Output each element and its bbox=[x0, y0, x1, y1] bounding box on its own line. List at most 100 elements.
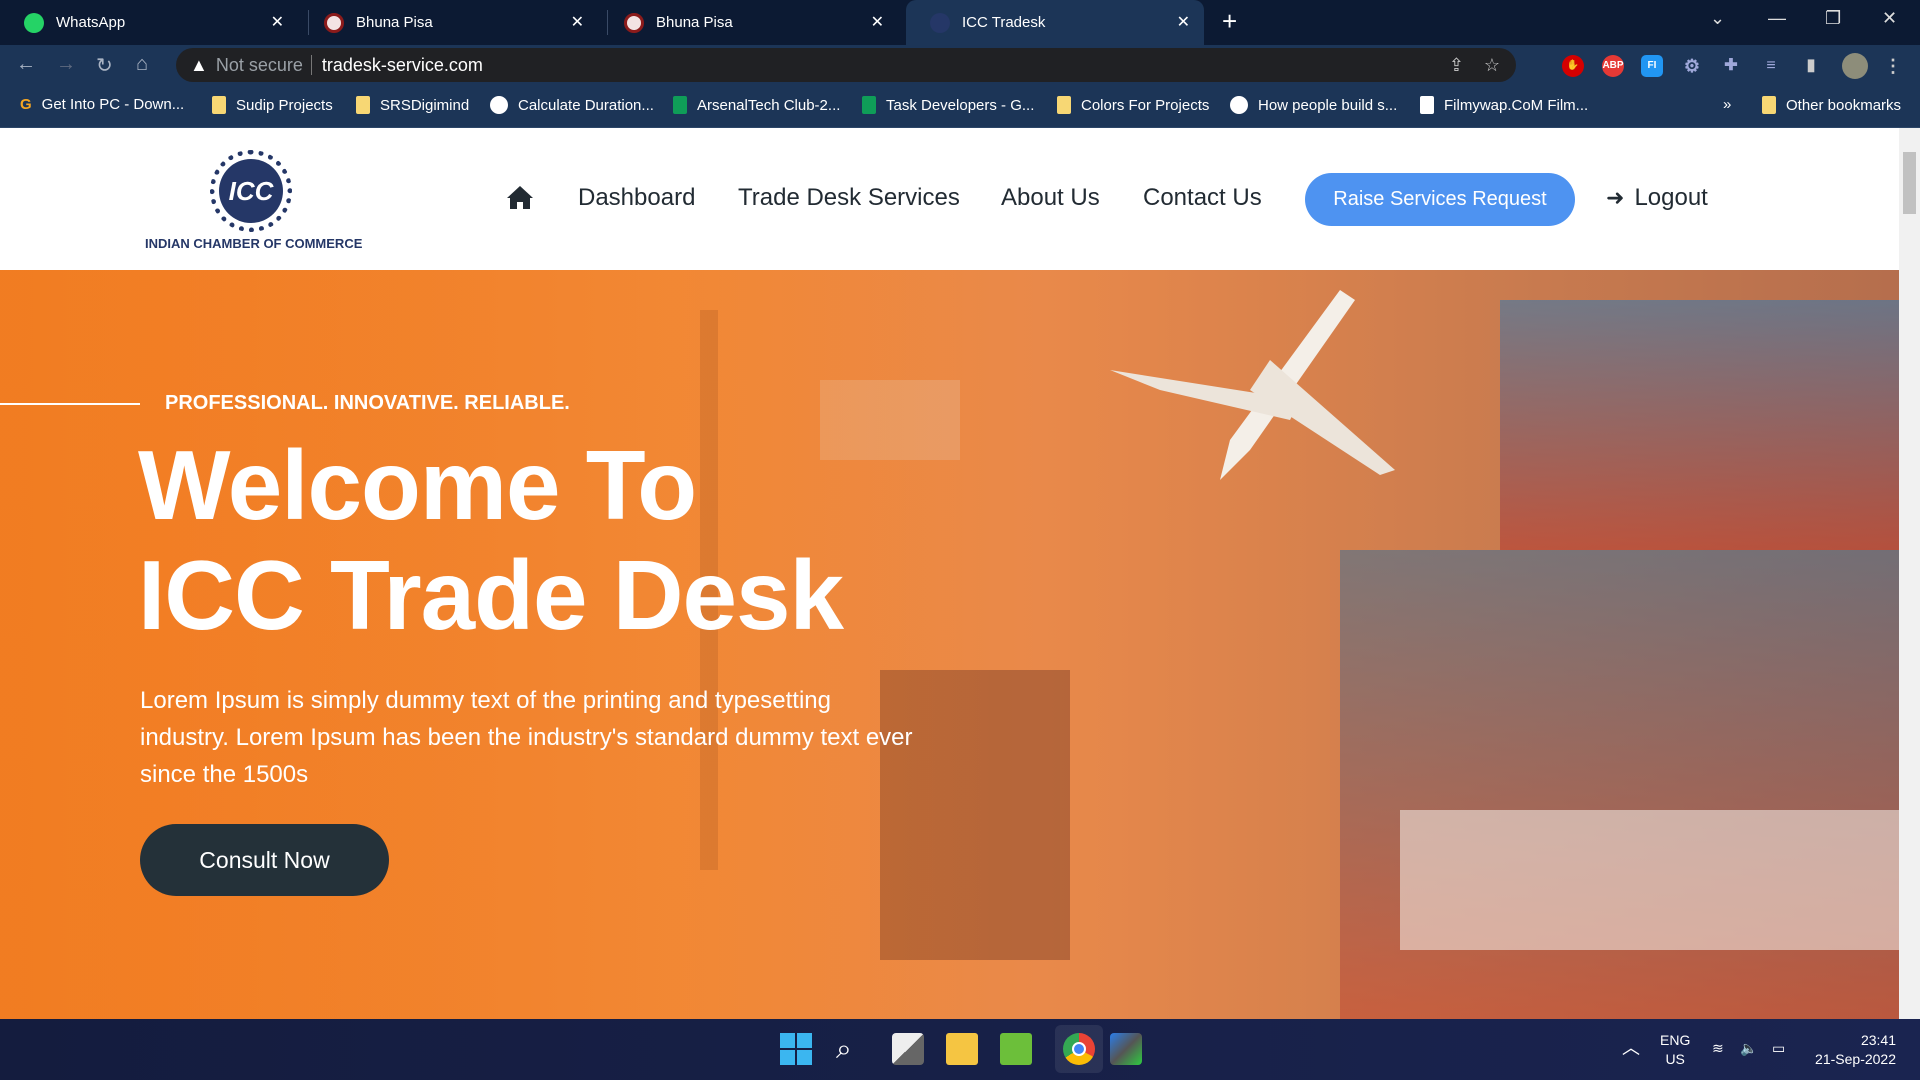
security-label: Not secure bbox=[215, 54, 303, 75]
tab-search-icon[interactable]: ⌄ bbox=[1710, 8, 1725, 29]
tab-strip: WhatsApp ✕ Bhuna Pisa ✕ Bhuna Pisa ✕ ICC Tr… bbox=[0, 0, 1920, 45]
profile-avatar[interactable] bbox=[1842, 53, 1868, 79]
home-icon[interactable]: ⌂ bbox=[136, 53, 148, 76]
tab-bhuna-pisa-2[interactable]: Bhuna Pisa ✕ bbox=[600, 0, 898, 45]
filmywap-icon bbox=[1420, 96, 1434, 114]
url-text: tradesk-service.com bbox=[321, 54, 483, 75]
more-bookmarks-chevron[interactable]: » bbox=[1723, 96, 1731, 113]
hero-title: Welcome To ICC Trade Desk bbox=[138, 430, 844, 650]
bookmark-item[interactable]: ArsenalTech Club-2... bbox=[673, 96, 840, 114]
new-tab-button[interactable]: + bbox=[1222, 6, 1237, 37]
notepad-plus-plus-icon[interactable] bbox=[1000, 1033, 1032, 1065]
nav-dashboard[interactable]: Dashboard bbox=[578, 184, 695, 212]
tab-title: Bhuna Pisa bbox=[656, 14, 733, 31]
clock[interactable]: 23:41 21-Sep-2022 bbox=[1808, 1031, 1896, 1069]
folder-icon bbox=[1057, 96, 1071, 114]
fi-extension-icon[interactable]: FI bbox=[1641, 55, 1663, 77]
github-icon bbox=[1230, 96, 1248, 114]
hero-banner: PROFESSIONAL. INNOVATIVE. RELIABLE. Welc… bbox=[0, 270, 1899, 1019]
language-indicator[interactable]: ENG US bbox=[1660, 1031, 1690, 1069]
bookmark-item[interactable]: G Get Into PC - Down... bbox=[20, 96, 184, 113]
side-panel-icon[interactable]: ▮ bbox=[1800, 55, 1822, 77]
bhuna-pisa-icon bbox=[324, 12, 344, 33]
bhuna-pisa-icon bbox=[624, 12, 644, 33]
task-view-icon[interactable] bbox=[892, 1033, 924, 1065]
nav-trade-desk-services[interactable]: Trade Desk Services bbox=[738, 184, 960, 212]
hero-tagline: PROFESSIONAL. INNOVATIVE. RELIABLE. bbox=[165, 392, 570, 414]
windows-taskbar: ⌕ ︿ ENG US ≋ 🔈 ▭ 23:41 21-Sep-2022 bbox=[0, 1019, 1920, 1080]
bookmark-item[interactable]: Calculate Duration... bbox=[490, 96, 654, 114]
scrollbar-thumb[interactable] bbox=[1903, 152, 1916, 214]
abp-icon[interactable]: ABP bbox=[1602, 55, 1624, 77]
address-bar[interactable]: ▲ Not secure tradesk-service.com ⇪ ☆ bbox=[176, 48, 1516, 82]
tab-title: WhatsApp bbox=[56, 14, 126, 31]
bookmark-item[interactable]: Colors For Projects bbox=[1057, 96, 1209, 114]
site-header: ICC INDIAN CHAMBER OF COMMERCE Dashboard… bbox=[0, 128, 1899, 270]
folder-icon bbox=[1762, 96, 1776, 114]
bookmark-item[interactable]: How people build s... bbox=[1230, 96, 1397, 114]
back-icon[interactable]: ← bbox=[16, 53, 36, 76]
getintopc-icon: G bbox=[20, 96, 32, 113]
reload-icon[interactable]: ↻ bbox=[96, 53, 113, 78]
tab-icc-tradesk[interactable]: ICC Tradesk ✕ bbox=[906, 0, 1204, 45]
tagline-divider bbox=[0, 403, 140, 405]
settings-extension-icon[interactable]: ⚙ bbox=[1681, 55, 1703, 77]
show-hidden-icons-chevron[interactable]: ︿ bbox=[1622, 1039, 1640, 1058]
container-stack-top-illustration bbox=[1500, 300, 1899, 550]
sheets-icon bbox=[862, 96, 876, 114]
nav-contact-us[interactable]: Contact Us bbox=[1143, 184, 1262, 212]
battery-icon[interactable]: ▭ bbox=[1772, 1039, 1785, 1058]
nav-about-us[interactable]: About Us bbox=[1001, 184, 1100, 212]
share-icon[interactable]: ⇪ bbox=[1449, 55, 1464, 76]
media-control-icon[interactable]: ≡ bbox=[1760, 55, 1782, 77]
sheets-icon bbox=[673, 96, 687, 114]
bookmark-item[interactable]: SRSDigimind bbox=[356, 96, 469, 114]
extensions-puzzle-icon[interactable]: ✚ bbox=[1720, 55, 1742, 77]
volume-icon[interactable]: 🔈 bbox=[1740, 1039, 1757, 1058]
tab-title: Bhuna Pisa bbox=[356, 14, 433, 31]
chrome-taskbar-button[interactable] bbox=[1055, 1025, 1103, 1073]
minimize-button[interactable]: — bbox=[1768, 8, 1786, 29]
web-page: ICC INDIAN CHAMBER OF COMMERCE Dashboard… bbox=[0, 128, 1899, 1019]
consult-now-button[interactable]: Consult Now bbox=[140, 824, 389, 896]
file-explorer-icon[interactable] bbox=[946, 1033, 978, 1065]
menu-kebab-icon[interactable]: ⋮ bbox=[1882, 55, 1904, 77]
search-icon[interactable]: ⌕ bbox=[836, 1033, 868, 1065]
bookmark-star-icon[interactable]: ☆ bbox=[1484, 55, 1500, 76]
whatsapp-icon bbox=[24, 12, 44, 33]
bookmarks-bar: G Get Into PC - Down... Sudip Projects SR… bbox=[0, 86, 1920, 128]
close-tab-icon[interactable]: ✕ bbox=[571, 12, 584, 32]
adblock-icon[interactable]: ✋ bbox=[1562, 55, 1584, 77]
raise-services-request-button[interactable]: Raise Services Request bbox=[1305, 173, 1575, 226]
tab-whatsapp[interactable]: WhatsApp ✕ bbox=[0, 0, 298, 45]
tab-title: ICC Tradesk bbox=[962, 14, 1046, 31]
restore-button[interactable]: ❐ bbox=[1825, 8, 1841, 29]
close-tab-icon[interactable]: ✕ bbox=[1177, 12, 1190, 32]
page-scrollbar[interactable] bbox=[1899, 128, 1920, 1019]
bookmark-item[interactable]: Sudip Projects bbox=[212, 96, 333, 114]
close-tab-icon[interactable]: ✕ bbox=[871, 12, 884, 32]
wifi-icon[interactable]: ≋ bbox=[1712, 1039, 1724, 1058]
hero-description: Lorem Ipsum is simply dummy text of the … bbox=[140, 687, 913, 788]
trucks-row-illustration bbox=[1400, 810, 1899, 950]
forward-icon[interactable]: → bbox=[56, 53, 76, 76]
warning-icon: ▲ bbox=[190, 54, 208, 75]
logout-icon: ➜ bbox=[1606, 185, 1625, 210]
home-nav-icon[interactable] bbox=[506, 184, 534, 210]
icc-icon bbox=[930, 12, 950, 33]
folder-icon bbox=[212, 96, 226, 114]
start-windows-icon[interactable] bbox=[780, 1033, 812, 1065]
chrome-icon bbox=[1063, 1033, 1095, 1065]
logout-link[interactable]: ➜ Logout bbox=[1606, 184, 1708, 212]
icc-logo[interactable]: ICC bbox=[210, 150, 292, 232]
vpn-lock-icon[interactable] bbox=[1110, 1033, 1142, 1065]
bookmark-item[interactable]: Filmywap.CoM Film... bbox=[1420, 96, 1588, 114]
other-bookmarks[interactable]: Other bookmarks bbox=[1762, 96, 1901, 114]
address-toolbar: ← → ↻ ⌂ ▲ Not secure tradesk-service.com… bbox=[0, 45, 1920, 86]
calculator-site-icon bbox=[490, 96, 508, 114]
airplane-illustration bbox=[1110, 290, 1395, 480]
bookmark-item[interactable]: Task Developers - G... bbox=[862, 96, 1034, 114]
close-tab-icon[interactable]: ✕ bbox=[271, 12, 284, 32]
close-window-button[interactable]: ✕ bbox=[1882, 8, 1897, 29]
tab-bhuna-pisa[interactable]: Bhuna Pisa ✕ bbox=[300, 0, 598, 45]
